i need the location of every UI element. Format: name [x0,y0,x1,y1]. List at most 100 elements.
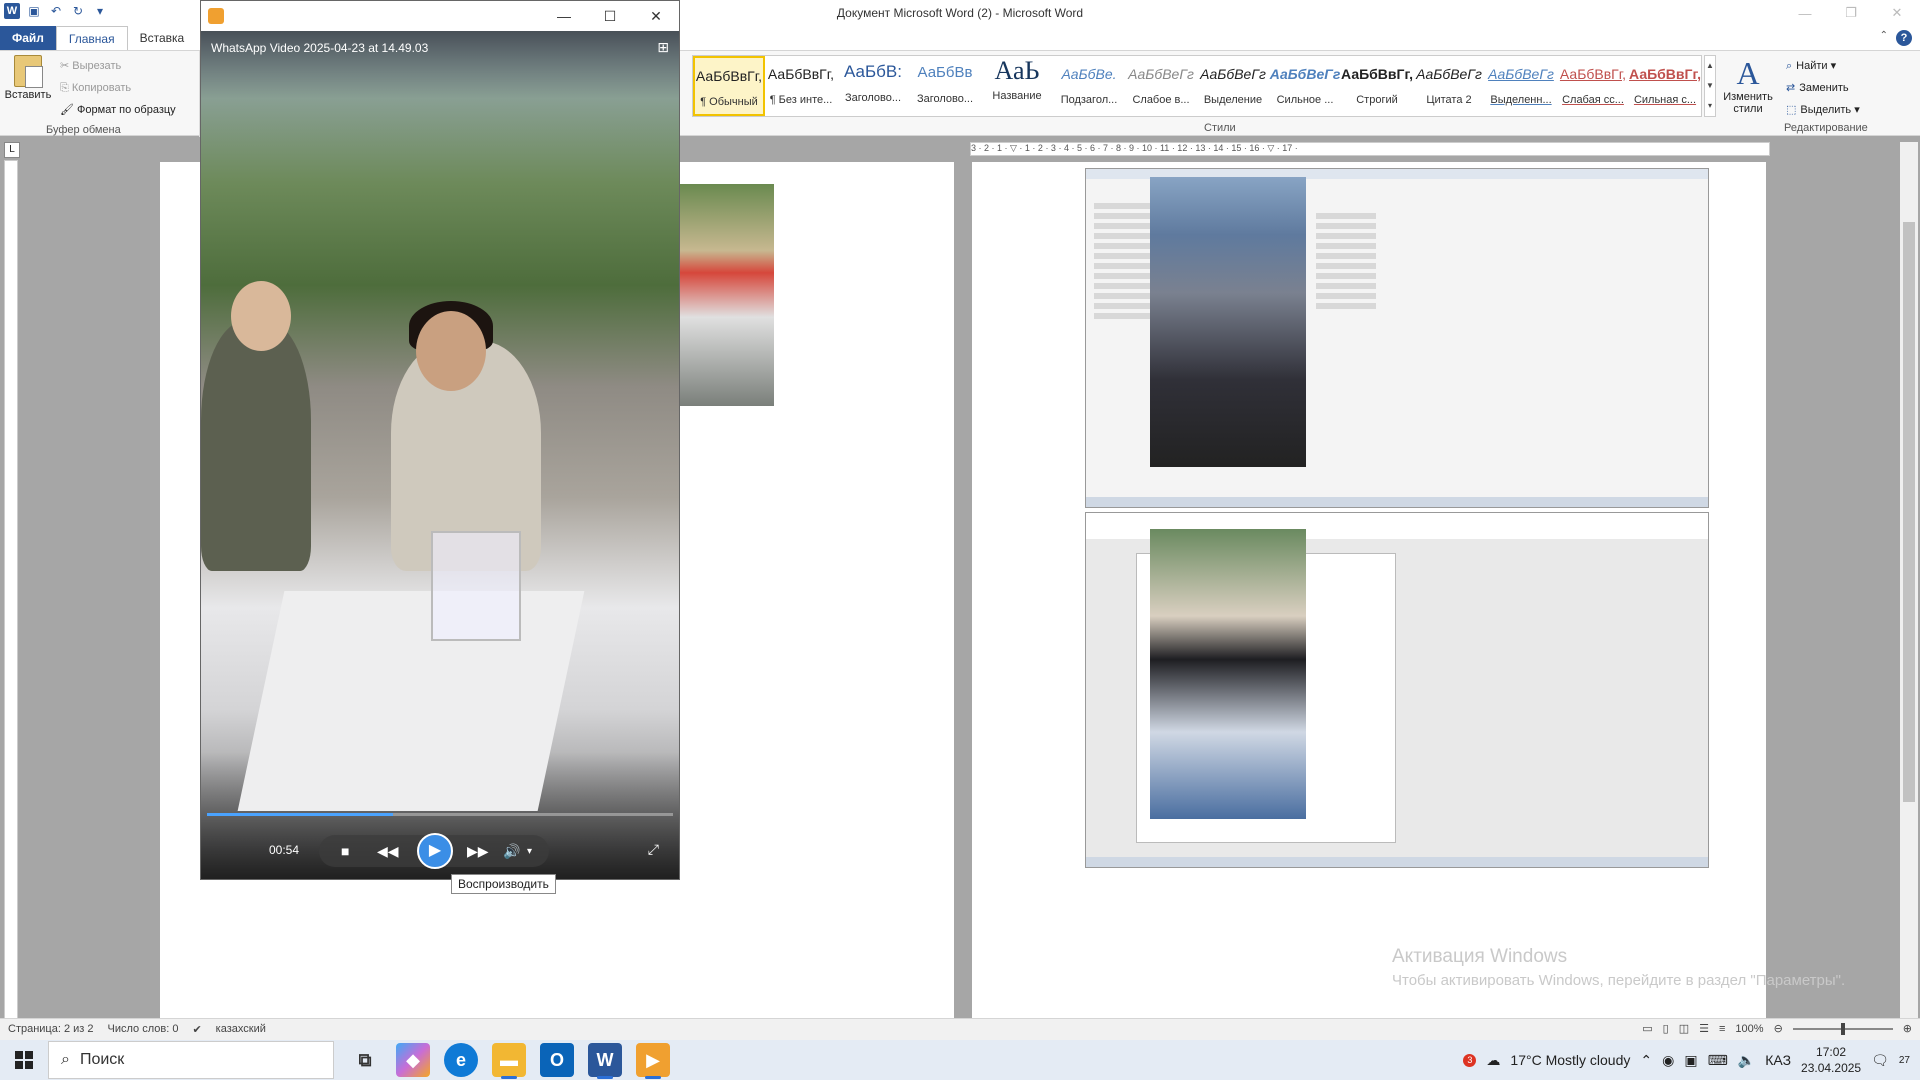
styles-scroll[interactable]: ▲ ▼ ▾ [1704,55,1716,117]
replace-button[interactable]: ⇄ Заменить [1786,77,1860,99]
proofing-icon[interactable]: ✔ [192,1023,201,1036]
taskbar: ⌕ Поиск ⧉ ◆ e ▬ O W ▶ 3 ☁ 17°C Mostly cl… [0,1040,1920,1080]
tab-insert[interactable]: Вставка [128,26,197,50]
stop-icon[interactable]: ■ [341,843,349,859]
style-emphasis[interactable]: АаБбВеГг Выделение [1197,56,1269,116]
format-painter-button[interactable]: 🖌 Формат по образцу [60,99,176,121]
page-indicator[interactable]: Страница: 2 из 2 [8,1023,94,1036]
screenshot-file-list [1094,199,1154,323]
volume-tray-icon[interactable]: 🔈 [1738,1052,1755,1069]
language-indicator[interactable]: казахский [216,1023,266,1036]
notifications-icon[interactable]: 🗨 [1871,1052,1889,1069]
task-view-icon[interactable]: ⧉ [348,1043,382,1077]
miniplayer-icon[interactable]: ⊞ [657,39,669,56]
fullscreen-icon[interactable]: ⤢ [648,841,659,858]
page1-image[interactable] [680,184,774,406]
player-minimize-button[interactable]: — [541,1,587,31]
tab-file[interactable]: Файл [0,26,56,50]
close-button[interactable]: ✕ [1874,0,1920,26]
video-person-head [231,281,291,351]
copy-button[interactable]: ⎘ Копировать [60,77,176,99]
tab-home[interactable]: Главная [55,26,128,50]
style-quote2[interactable]: АаБбВеГг Цитата 2 [1413,56,1485,116]
print-layout-icon[interactable]: ▭ [1642,1022,1652,1035]
fast-forward-icon[interactable]: ▶▶ [467,843,489,860]
word-count[interactable]: Число слов: 0 [108,1023,179,1036]
binoculars-icon: ⌕ [1786,60,1793,72]
scroll-thumb[interactable] [1903,222,1915,802]
page2-screenshot-2[interactable] [1085,512,1709,868]
cut-button[interactable]: ✂ Вырезать [60,55,176,77]
zoom-in-icon[interactable]: ⊕ [1903,1022,1912,1035]
show-hidden-icons-icon[interactable]: ⌃ [1640,1052,1652,1069]
style-normal[interactable]: АаБбВвГг, ¶ Обычный [693,56,765,116]
style-preview: АаБбВвГг, [1341,66,1413,82]
web-layout-icon[interactable]: ◫ [1679,1022,1689,1035]
zoom-slider-thumb[interactable] [1840,1022,1845,1035]
change-styles-icon: A [1736,55,1760,91]
style-name: Название [992,90,1042,102]
style-subtle-emphasis[interactable]: АаБбВеГг Слабое в... [1125,56,1197,116]
style-intense-quote[interactable]: АаБбВеГг Выделенн... [1485,56,1557,116]
maximize-button[interactable]: ❐ [1828,0,1874,26]
media-player-taskbar-icon[interactable]: ▶ [636,1043,670,1079]
horizontal-ruler[interactable]: 3 · 2 · 1 · ▽ · 1 · 2 · 3 · 4 · 5 · 6 · … [970,142,1770,156]
style-heading2[interactable]: АаБбВв Заголово... [909,56,981,116]
style-preview: АаБбВе. [1061,66,1117,82]
paste-button[interactable]: Вставить [4,53,52,115]
ribbon-collapse-icon[interactable]: ⌃ [1880,30,1888,46]
page2-screenshot-1[interactable] [1085,168,1709,508]
change-styles-button[interactable]: A Изменить стили [1718,55,1778,125]
copilot-icon[interactable]: ◆ [396,1043,430,1077]
vertical-scrollbar[interactable] [1900,142,1918,1022]
media-player-window[interactable]: — ☐ ✕ WhatsApp Video 2025-04-23 at 14.49… [200,0,680,880]
rewind-icon[interactable]: ◀◀ [377,843,399,860]
styles-group-label: Стили [1204,122,1236,134]
minimize-button[interactable]: — [1782,0,1828,26]
weather-icon[interactable]: ☁ [1486,1052,1500,1069]
start-button[interactable] [0,1040,48,1080]
select-button[interactable]: ⬚ Выделить ▾ [1786,99,1860,121]
style-name: Цитата 2 [1426,94,1472,106]
weather-text[interactable]: 17°C Mostly cloudy [1510,1052,1630,1068]
network-icon[interactable]: ⌨ [1708,1052,1728,1069]
display-icon[interactable]: ▣ [1684,1052,1697,1069]
player-titlebar[interactable]: — ☐ ✕ [201,1,679,31]
edge-icon[interactable]: e [444,1043,478,1077]
seek-bar[interactable] [207,813,673,816]
player-close-button[interactable]: ✕ [633,1,679,31]
style-subtle-reference[interactable]: АаБбВвГг, Слабая сс... [1557,56,1629,116]
file-explorer-icon[interactable]: ▬ [492,1043,526,1079]
player-maximize-button[interactable]: ☐ [587,1,633,31]
clock[interactable]: 17:02 23.04.2025 [1801,1044,1861,1076]
help-icon[interactable]: ? [1896,30,1912,46]
tab-selector[interactable]: L [4,142,20,158]
style-heading1[interactable]: АаБбВ: Заголово... [837,56,909,116]
find-button[interactable]: ⌕ Найти ▾ [1786,55,1860,77]
vertical-ruler[interactable] [4,160,18,1020]
word-icon[interactable]: W [588,1043,622,1079]
zoom-out-icon[interactable]: ⊖ [1774,1022,1783,1035]
outline-icon[interactable]: ☰ [1699,1022,1709,1035]
record-icon[interactable]: ◉ [1662,1052,1674,1069]
outlook-icon[interactable]: O [540,1043,574,1077]
windows-logo-icon [15,1051,33,1069]
input-language[interactable]: КАЗ [1765,1052,1791,1068]
draft-icon[interactable]: ≡ [1719,1023,1725,1035]
reading-mode-icon[interactable]: ▯ [1663,1022,1669,1035]
style-subtitle[interactable]: АаБбВе. Подзагол... [1053,56,1125,116]
zoom-slider[interactable] [1792,1022,1893,1035]
taskbar-search[interactable]: ⌕ Поиск [48,1041,334,1079]
volume-icon[interactable]: 🔊 [503,843,520,860]
style-title[interactable]: АаЬ Название [981,56,1053,116]
style-name: Выделение [1203,94,1263,106]
style-intense-emphasis[interactable]: АаБбВеГг Сильное ... [1269,56,1341,116]
style-intense-reference[interactable]: АаБбВвГг, Сильная с... [1629,56,1701,116]
video-frame[interactable]: WhatsApp Video 2025-04-23 at 14.49.03 ⊞ … [201,31,679,879]
zoom-level[interactable]: 100% [1735,1023,1763,1035]
style-strong[interactable]: АаБбВвГг, Строгий [1341,56,1413,116]
style-no-spacing[interactable]: АаБбВвГг, ¶ Без инте... [765,56,837,116]
play-button[interactable]: ▶ [417,833,453,869]
volume-dropdown-icon[interactable]: ▾ [527,846,532,857]
styles-gallery: АаБбВвГг, ¶ Обычный АаБбВвГг, ¶ Без инте..… [692,55,1702,117]
